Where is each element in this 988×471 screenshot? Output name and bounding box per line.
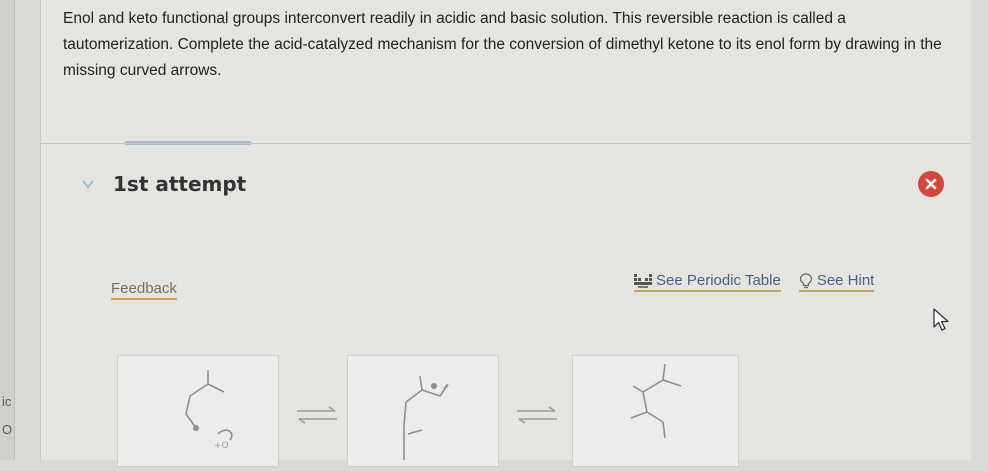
periodic-table-link[interactable]: See Periodic Table — [634, 272, 781, 292]
svg-text:+O: +O — [214, 441, 229, 451]
left-edge-text-fragment: O — [2, 422, 13, 437]
structure-enol-icon — [630, 363, 682, 439]
equilibrium-arrow-icon — [297, 406, 337, 424]
left-edge-text-fragment: ic — [2, 394, 12, 409]
question-card: Enol and keto functional groups intercon… — [40, 0, 971, 467]
mechanism-step-1-panel[interactable]: +O — [117, 355, 279, 467]
chevron-down-icon[interactable] — [81, 177, 95, 191]
left-sidebar-edge: ic O — [0, 0, 15, 460]
incorrect-status-icon — [918, 171, 944, 197]
see-hint-label: See Hint — [816, 272, 875, 289]
mechanism-step-3-panel[interactable] — [572, 355, 739, 467]
svg-text:+: + — [442, 383, 449, 392]
mechanism-step-2-panel[interactable]: + — [347, 355, 499, 467]
attempt-header[interactable]: 1st attempt — [81, 170, 246, 198]
see-hint-link[interactable]: See Hint — [798, 272, 875, 292]
equilibrium-arrow-icon — [517, 406, 557, 424]
question-text: Enol and keto functional groups intercon… — [63, 10, 942, 79]
lightbulb-icon — [799, 272, 813, 289]
feedback-link[interactable]: Feedback — [111, 280, 177, 300]
section-divider — [41, 143, 971, 144]
periodic-table-icon — [634, 273, 652, 288]
tools-bar: See Periodic Table See Hint — [634, 272, 892, 292]
mouse-pointer-icon — [933, 308, 951, 337]
structure-ketone-icon: +O — [185, 370, 233, 451]
mechanism-canvas[interactable]: +O + — [117, 355, 739, 467]
periodic-table-label: See Periodic Table — [656, 272, 781, 289]
structure-protonated-ketone-icon: + — [403, 375, 449, 460]
attempt-label: 1st attempt — [113, 172, 247, 196]
